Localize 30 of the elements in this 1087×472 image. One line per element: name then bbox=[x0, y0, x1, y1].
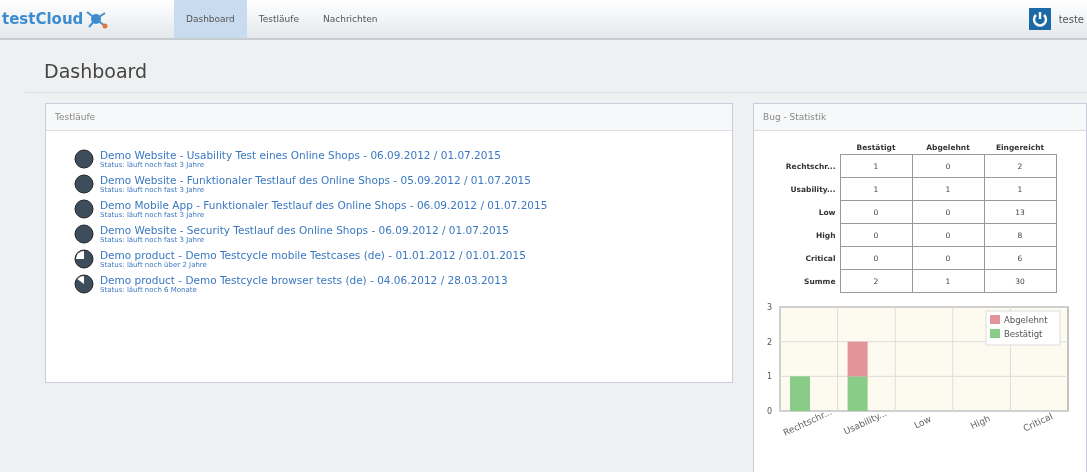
axis-tick: 2 bbox=[766, 337, 772, 347]
axis-label: Low bbox=[912, 414, 933, 431]
testrun-link[interactable]: Demo Website - Funktionaler Testlauf des Online Shops - 05.09.2012 / 01.07.2015 bbox=[100, 174, 531, 186]
progress-icon bbox=[74, 199, 94, 219]
testrun-link[interactable]: Demo Mobile App - Funktionaler Testlauf des Online Shops - 06.09.2012 / 01.07.2015 bbox=[100, 199, 548, 211]
testrun-link[interactable]: Demo Website - Security Testlauf des Online Shops - 06.09.2012 / 01.07.2015 bbox=[100, 224, 509, 236]
progress-icon bbox=[74, 149, 94, 169]
axis-tick: 0 bbox=[766, 407, 772, 416]
progress-icon bbox=[74, 249, 94, 269]
axis-label: High bbox=[968, 413, 992, 432]
power-icon[interactable] bbox=[1028, 8, 1051, 30]
nav-tab[interactable]: Dashboard bbox=[174, 0, 247, 38]
testrun-link[interactable]: Demo Website - Usability Test eines Online Shops - 06.09.2012 / 01.07.2015 bbox=[100, 149, 501, 161]
testrun-link[interactable]: Demo product - Demo Testcycle browser tests (de) - 04.06.2012 / 28.03.2013 bbox=[100, 274, 508, 286]
nav-tab[interactable]: Testläufe bbox=[246, 0, 311, 38]
testrun-link[interactable]: Demo product - Demo Testcycle mobile Testcases (de) - 01.01.2012 / 01.01.2015 bbox=[100, 249, 526, 261]
page-title: Dashboard bbox=[25, 40, 1087, 93]
progress-icon bbox=[74, 224, 94, 244]
axis-tick: 1 bbox=[766, 372, 772, 382]
user-name[interactable]: teste bbox=[1058, 13, 1084, 25]
panel-title: Testläufe bbox=[46, 104, 732, 131]
progress-icon bbox=[74, 174, 94, 194]
axis-tick: 3 bbox=[766, 303, 772, 312]
nav-tab[interactable]: Nachrichten bbox=[311, 0, 390, 38]
panel-title: Bug - Statistik bbox=[754, 104, 1086, 131]
progress-icon bbox=[74, 274, 94, 294]
logo[interactable]: testCloud bbox=[0, 8, 174, 30]
legend-label: Bestätigt bbox=[1004, 329, 1043, 339]
logo-text: testCloud bbox=[2, 10, 84, 28]
legend-label: Abgelehnt bbox=[1004, 315, 1048, 325]
